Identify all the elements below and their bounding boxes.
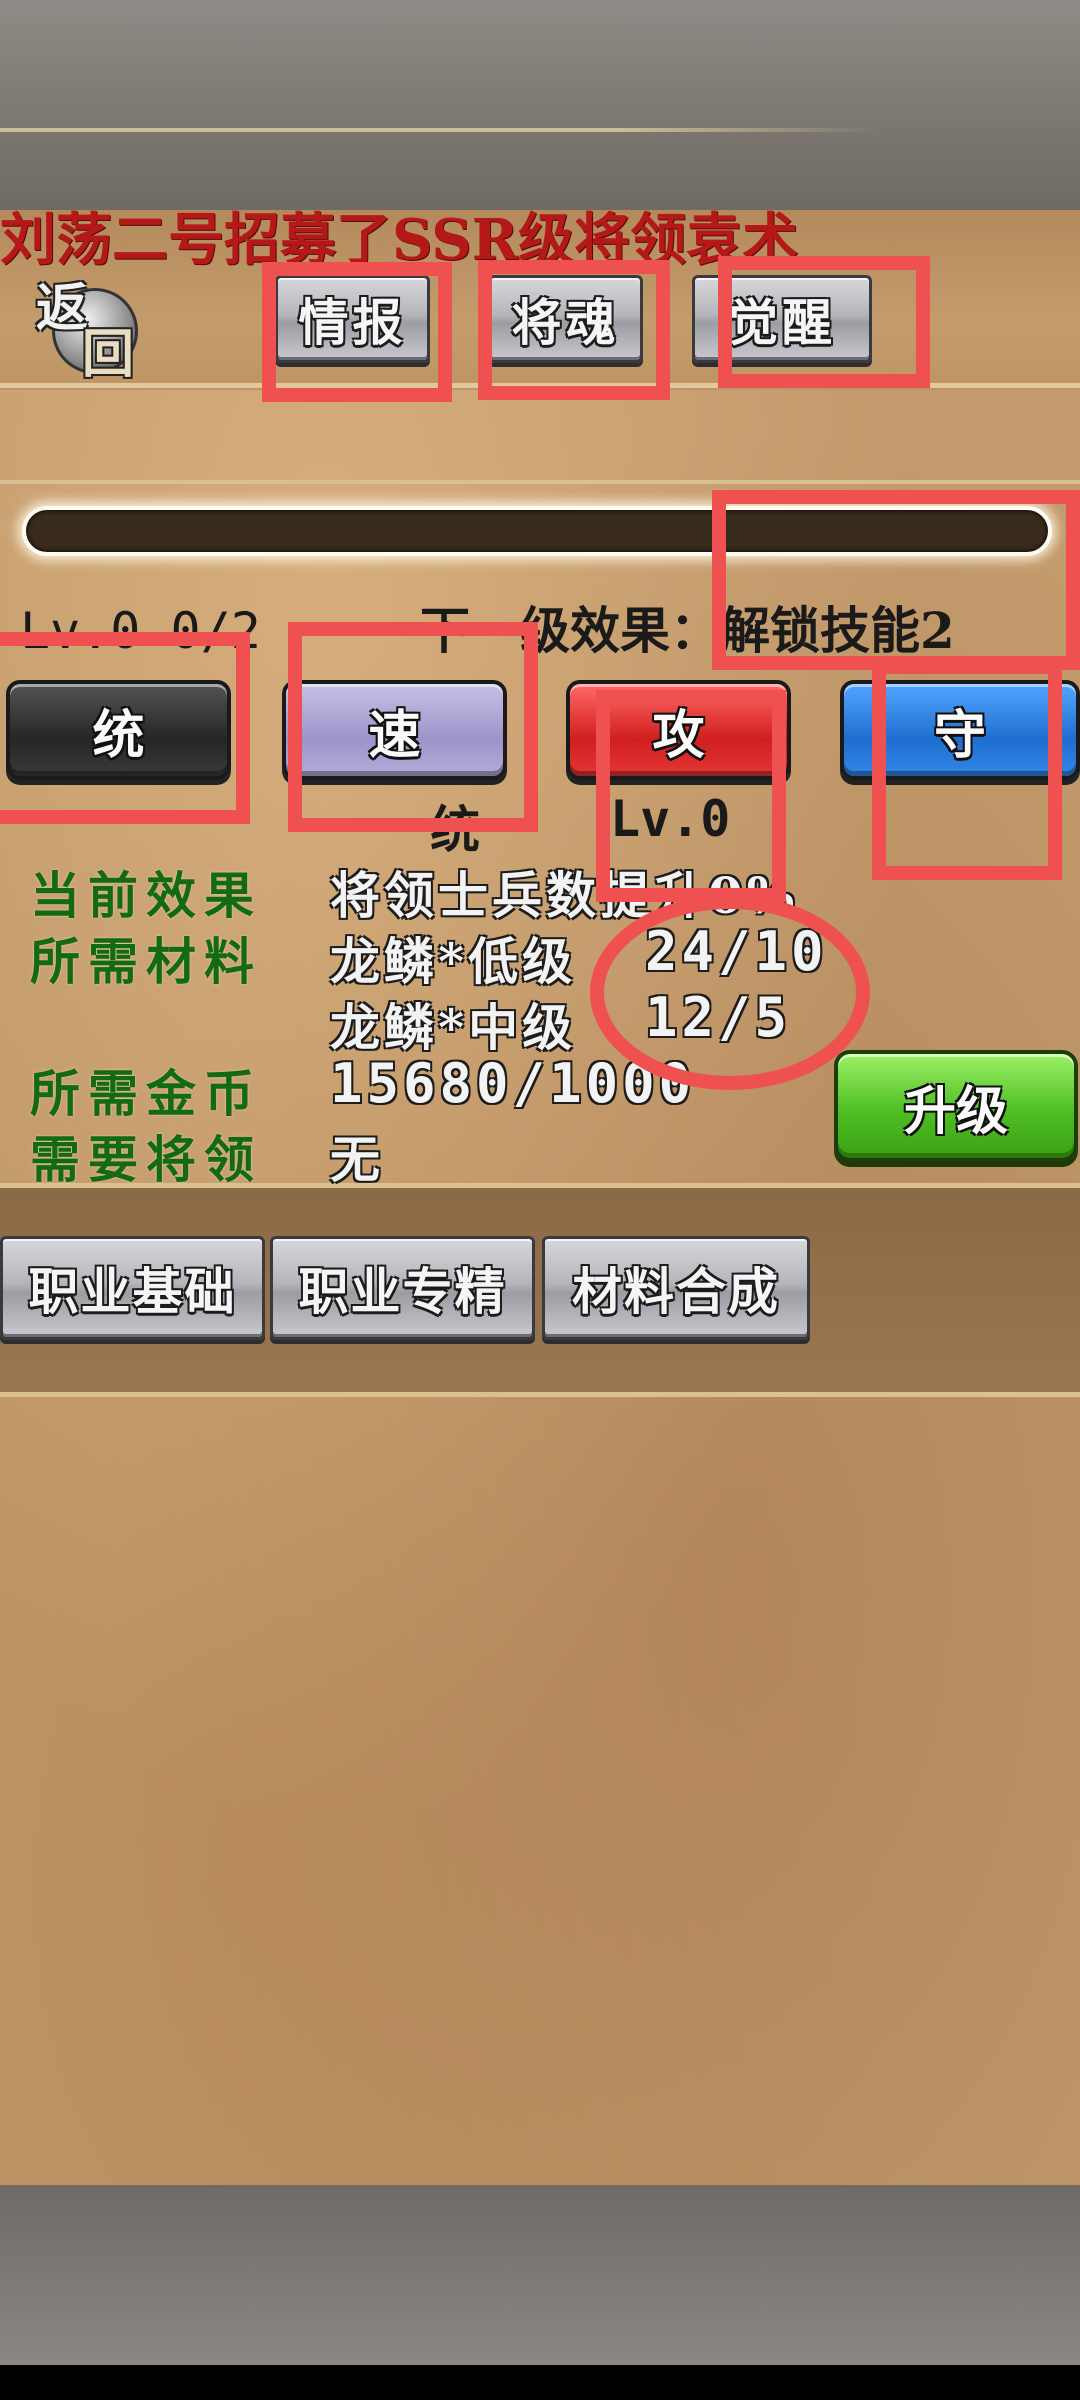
attribute-gong-label: 攻 xyxy=(652,704,705,766)
tab-intel[interactable]: 情报 xyxy=(275,275,430,363)
tab-intel-label: 情报 xyxy=(298,293,407,352)
back-button[interactable]: 返 回 xyxy=(32,270,152,385)
material-synthesis-label: 材料合成 xyxy=(572,1262,780,1321)
gold-value: 15680/1000 xyxy=(330,1052,696,1115)
level-text: Lv.0 0/2 xyxy=(20,602,261,660)
upgrade-button[interactable]: 升级 xyxy=(834,1050,1078,1162)
attribute-tong-button[interactable]: 统 xyxy=(6,680,231,780)
career-mastery-label: 职业专精 xyxy=(298,1262,507,1321)
tab-soul[interactable]: 将魂 xyxy=(488,275,643,363)
back-label-bottom: 回 xyxy=(82,324,135,385)
game-screen: 刘荡二号招募了SSR级将领袁术 返 回 情报 将魂 觉醒 Lv.0 0/2 下一… xyxy=(0,0,1080,2400)
selected-attribute-name: 统 xyxy=(430,800,480,859)
tab-awaken-label: 觉醒 xyxy=(728,293,836,352)
attribute-tong-label: 统 xyxy=(92,704,145,766)
tab-band-divider xyxy=(0,383,1080,388)
career-basic-label: 职业基础 xyxy=(28,1262,237,1321)
general-label: 需要将领 xyxy=(30,1130,262,1189)
back-label-top: 返 xyxy=(36,278,89,339)
general-value: 无 xyxy=(330,1130,384,1189)
attribute-su-label: 速 xyxy=(368,704,421,766)
top-status-area xyxy=(0,0,1080,210)
materials-label: 所需材料 xyxy=(30,932,262,991)
attribute-shou-label: 守 xyxy=(933,704,986,766)
top-divider xyxy=(0,128,880,132)
next-level-effect: 下一级效果：解锁技能2 xyxy=(420,601,955,660)
tab-awaken[interactable]: 觉醒 xyxy=(692,275,872,363)
gold-label: 所需金币 xyxy=(30,1064,262,1123)
material-synthesis-button[interactable]: 材料合成 xyxy=(542,1236,810,1340)
attribute-su-button[interactable]: 速 xyxy=(282,680,507,780)
material-1-count: 24/10 xyxy=(645,920,828,983)
material-2-name: 龙鳞*中级 xyxy=(330,998,577,1057)
attribute-shou-button[interactable]: 守 xyxy=(840,680,1080,780)
material-1-name: 龙鳞*低级 xyxy=(330,932,577,991)
current-effect-value: 将领士兵数提升0% xyxy=(330,866,799,925)
bottom-gray-area xyxy=(0,2185,1080,2365)
selected-attribute-level: Lv.0 xyxy=(610,790,731,848)
career-basic-button[interactable]: 职业基础 xyxy=(0,1236,265,1340)
progress-divider xyxy=(0,480,1080,484)
current-effect-label: 当前效果 xyxy=(30,866,262,925)
announcement-marquee: 刘荡二号招募了SSR级将领袁术 xyxy=(0,205,1080,275)
material-2-count: 12/5 xyxy=(645,986,792,1049)
announcement-text: 刘荡二号招募了SSR级将领袁术 xyxy=(0,207,799,273)
upgrade-button-label: 升级 xyxy=(903,1080,1008,1142)
awaken-progress-bar xyxy=(22,506,1052,556)
attribute-gong-button[interactable]: 攻 xyxy=(566,680,791,780)
tab-soul-label: 将魂 xyxy=(511,293,620,352)
career-mastery-button[interactable]: 职业专精 xyxy=(270,1236,535,1340)
level-line: Lv.0 0/2 下一级效果：解锁技能2 xyxy=(20,596,1070,666)
bottom-black-bar xyxy=(0,2365,1080,2400)
section-divider-bottom xyxy=(0,1392,1080,1397)
